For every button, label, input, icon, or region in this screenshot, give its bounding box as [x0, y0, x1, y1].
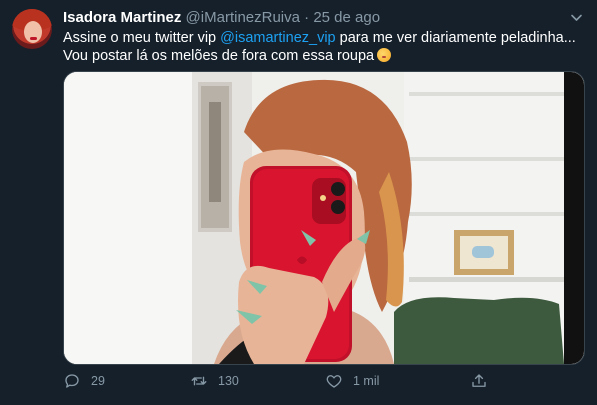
chevron-down-icon[interactable]	[570, 11, 583, 24]
tweet-text-line-2: Vou postar lá os melões de fora com essa…	[63, 47, 583, 65]
tweet[interactable]: Isadora Martinez @iMartinezRuiva · 25 de…	[0, 0, 597, 405]
kissing-face-emoji-icon	[377, 48, 392, 62]
share-icon	[472, 374, 486, 387]
separator-dot: ·	[304, 9, 310, 26]
tweet-header: Isadora Martinez @iMartinezRuiva · 25 de…	[63, 9, 380, 27]
reply-count: 29	[91, 374, 105, 388]
tweet-text-line-1: Assine o meu twitter vip @isamartinez_vi…	[63, 29, 583, 47]
like-count: 1 mil	[353, 374, 380, 388]
share-button[interactable]	[470, 372, 498, 390]
reply-button[interactable]: 29	[63, 372, 105, 390]
tweet-text-part: Assine o meu twitter vip	[63, 30, 221, 46]
author-name[interactable]: Isadora Martinez	[63, 9, 181, 26]
author-handle[interactable]: @iMartinezRuiva	[186, 9, 300, 26]
like-button[interactable]: 1 mil	[325, 372, 379, 390]
tweet-text-part: para me ver diariamente peladinha...	[335, 30, 576, 46]
retweet-count: 130	[218, 374, 239, 388]
tweet-text: Assine o meu twitter vip @isamartinez_vi…	[63, 29, 583, 65]
heart-icon	[326, 375, 342, 388]
mirror-selfie-image	[64, 72, 584, 364]
tweet-date[interactable]: 25 de ago	[313, 9, 380, 26]
tweet-photo[interactable]	[63, 71, 585, 365]
tweet-text-part: Vou postar lá os melões de fora com essa…	[63, 48, 375, 64]
avatar-lips	[30, 37, 37, 40]
reply-icon	[65, 374, 79, 388]
avatar[interactable]	[12, 9, 52, 49]
retweet-button[interactable]: 130	[190, 372, 239, 390]
retweet-icon	[191, 376, 207, 386]
mention-link[interactable]: @isamartinez_vip	[220, 30, 335, 46]
tweet-actions: 29 130 1 mil	[63, 372, 493, 392]
